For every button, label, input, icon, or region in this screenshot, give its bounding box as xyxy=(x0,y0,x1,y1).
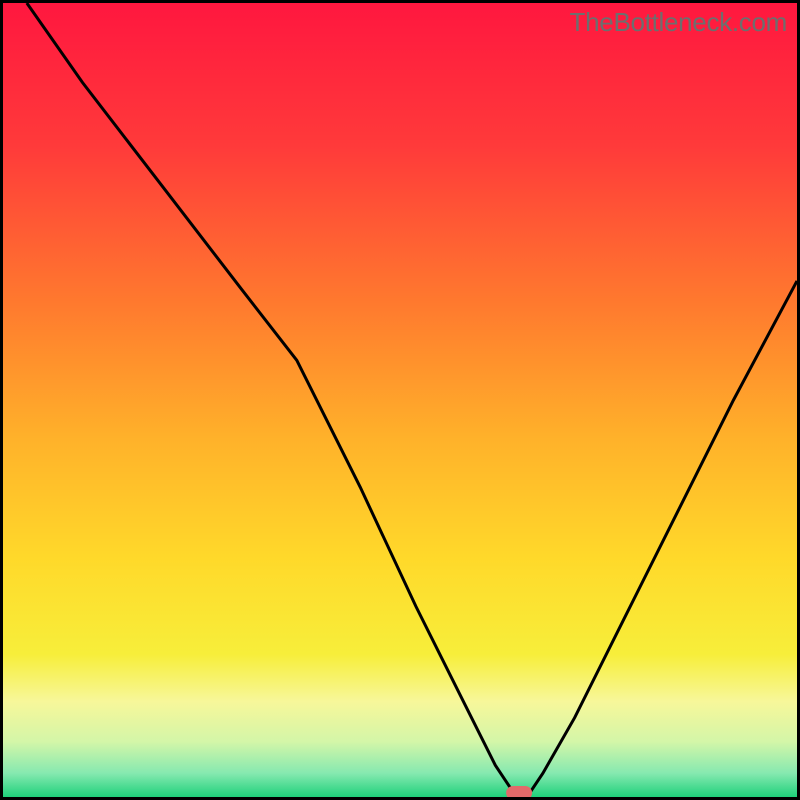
chart-background xyxy=(3,3,797,797)
bottleneck-chart xyxy=(3,3,797,797)
optimal-marker xyxy=(506,786,532,797)
chart-frame: TheBottleneck.com xyxy=(0,0,800,800)
watermark: TheBottleneck.com xyxy=(570,7,787,38)
